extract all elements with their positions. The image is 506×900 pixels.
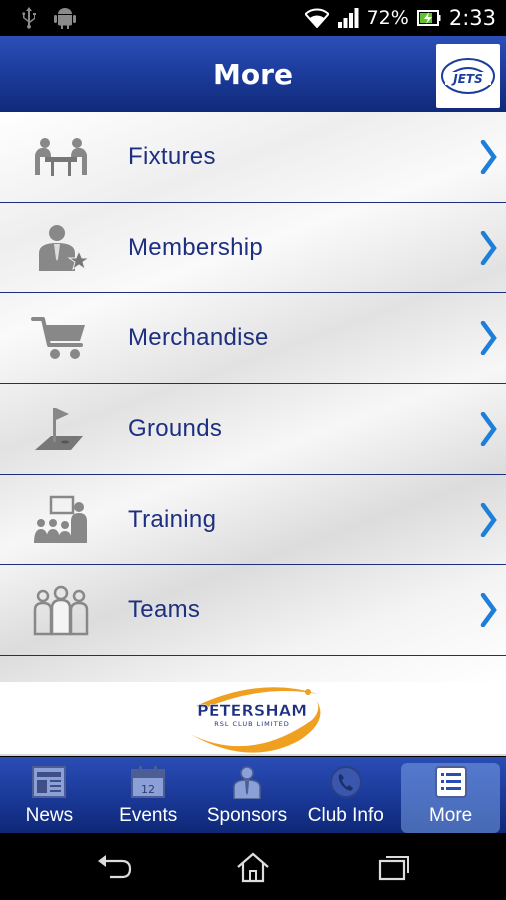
wifi-icon xyxy=(304,8,329,28)
menu-item-label: Grounds xyxy=(128,414,223,442)
menu-item-membership[interactable]: Membership xyxy=(0,203,506,294)
menu-item-merchandise[interactable]: Merchandise xyxy=(0,293,506,385)
news-icon xyxy=(32,766,67,798)
training-icon xyxy=(30,494,92,546)
menu-item-label: Teams xyxy=(128,596,201,624)
tab-more[interactable]: More xyxy=(401,763,500,833)
back-icon[interactable] xyxy=(94,851,134,883)
menu-list: Fixtures Membership Merchandise Grounds … xyxy=(0,112,506,682)
battery-icon xyxy=(416,10,441,26)
page-title: More xyxy=(213,58,293,91)
fixtures-icon xyxy=(30,131,92,183)
recent-apps-icon[interactable] xyxy=(374,851,414,883)
teams-icon xyxy=(30,584,92,636)
petersham-logo: PETERSHAM RSL CLUB LIMITED xyxy=(190,687,321,753)
cart-icon xyxy=(30,312,92,364)
menu-item-label: Fixtures xyxy=(128,142,216,170)
tab-club-info[interactable]: Club Info xyxy=(296,757,395,833)
battery-percent: 72% xyxy=(366,7,409,29)
chevron-right-icon xyxy=(480,321,497,356)
menu-item-label: Merchandise xyxy=(128,324,269,352)
tab-news[interactable]: News xyxy=(0,757,99,833)
system-nav-bar xyxy=(0,833,506,900)
menu-item-grounds[interactable]: Grounds xyxy=(0,384,506,475)
person-icon xyxy=(233,766,261,799)
clock: 2:33 xyxy=(448,6,496,30)
svg-text:JETS: JETS xyxy=(451,72,483,86)
phone-icon xyxy=(329,766,362,798)
bottom-tab-bar: News 12 Events Sponsors Club Info More xyxy=(0,757,506,833)
calendar-icon: 12 xyxy=(131,766,166,798)
tab-label: Sponsors xyxy=(206,805,288,826)
signal-icon xyxy=(337,8,359,28)
usb-icon xyxy=(22,7,36,29)
chevron-right-icon xyxy=(480,502,497,537)
tab-label: News xyxy=(25,805,74,826)
chevron-right-icon xyxy=(480,411,497,446)
chevron-right-icon xyxy=(480,593,497,628)
flag-icon xyxy=(30,403,92,455)
svg-text:RSL CLUB LIMITED: RSL CLUB LIMITED xyxy=(214,720,290,728)
tab-events[interactable]: 12 Events xyxy=(99,757,198,833)
svg-text:PETERSHAM: PETERSHAM xyxy=(197,701,307,720)
club-logo[interactable]: JETS xyxy=(436,44,500,108)
menu-item-training[interactable]: Training xyxy=(0,475,506,566)
status-bar: 72% 2:33 xyxy=(0,0,506,36)
sponsor-banner[interactable]: PETERSHAM RSL CLUB LIMITED xyxy=(0,682,506,756)
menu-item-teams[interactable]: Teams xyxy=(0,565,506,657)
jets-logo-icon: JETS xyxy=(441,58,495,94)
chevron-right-icon xyxy=(480,139,497,174)
app-header: More JETS xyxy=(0,36,506,112)
membership-icon xyxy=(30,222,92,274)
list-icon xyxy=(434,766,467,798)
android-icon xyxy=(54,8,76,29)
menu-item-fixtures[interactable]: Fixtures xyxy=(0,112,506,203)
home-icon[interactable] xyxy=(233,851,273,883)
tab-label: Club Info xyxy=(307,805,384,826)
tab-label: Events xyxy=(119,805,178,826)
menu-item-label: Training xyxy=(128,505,217,533)
tab-sponsors[interactable]: Sponsors xyxy=(198,757,297,833)
tab-label: More xyxy=(428,805,473,826)
svg-text:12: 12 xyxy=(141,783,155,796)
chevron-right-icon xyxy=(480,230,497,265)
menu-item-label: Membership xyxy=(128,233,264,261)
